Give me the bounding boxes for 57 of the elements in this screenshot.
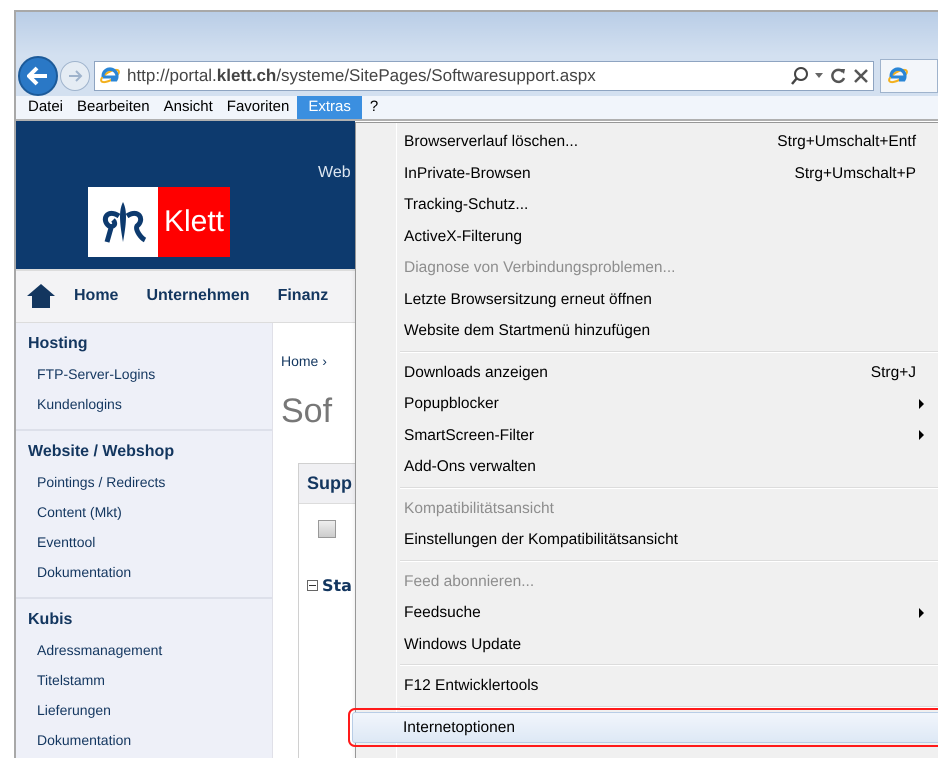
shortcut-text: Strg+J [870,362,916,383]
sidebar-link[interactable]: FTP-Server-Logins [28,358,272,388]
sidebar-link[interactable]: Pointings / Redirects [28,466,272,496]
menu-item[interactable]: Add-Ons verwalten [356,451,938,482]
sidebar-link[interactable]: Content (Mkt) [28,496,272,526]
sidebar-link[interactable]: Dokumentation [28,724,272,754]
home-icon[interactable] [26,283,56,309]
refresh-icon[interactable] [829,67,847,85]
menu-bar-item[interactable]: ? [364,96,384,118]
nav-link[interactable]: Unternehmen [146,284,250,308]
sidebar-link[interactable]: Adressmanagement [28,634,272,664]
close-icon[interactable] [853,68,869,84]
sidebar-link[interactable]: Lieferungen [28,694,272,724]
browser-tab[interactable] [880,59,938,93]
nav-link[interactable]: Home [74,284,118,308]
shortcut-text: Strg+Umschalt+P [794,164,916,184]
menu-item[interactable]: F12 Entwicklertools [356,670,938,702]
menu-bar-item[interactable]: Datei [22,96,70,118]
sidebar-link[interactable]: Dokumentation [28,556,272,586]
sidebar-link[interactable]: Kundenlogins [28,388,272,418]
menu-item[interactable]: SmartScreen-Filter [356,420,938,451]
section-label[interactable]: Sta [322,574,352,598]
sidebar-heading[interactable]: Kubis [28,604,272,634]
sidebar-link[interactable]: Eventtool [28,526,272,556]
dropdown-caret-icon[interactable] [815,73,823,79]
back-arrow-icon [27,66,49,86]
back-button[interactable] [18,56,58,96]
shortcut-text: Strg+Umschalt+Entf [777,132,916,152]
menu-item[interactable]: InPrivate-Browsen Strg+Umschalt+P [356,158,938,189]
nav-link[interactable]: Finanz [278,284,328,308]
menu-item[interactable]: Website dem Startmenü hinzufügen [356,315,938,346]
menu-bar-item[interactable]: Ansicht [158,96,219,118]
sidebar-link[interactable]: Titelstamm [28,664,272,694]
page-title: Sof [281,390,334,432]
forward-arrow-icon [67,69,83,83]
menu-item[interactable]: Downloads anzeigen Strg+J [356,356,938,388]
logo-text: Klett [164,204,224,240]
menu-item[interactable]: Browserverlauf löschen... Strg+Umschalt+Entf [356,126,938,158]
header-text: Web [318,162,351,182]
collapse-toggle[interactable] [307,580,318,591]
checkbox[interactable] [318,520,336,538]
sidebar-heading[interactable]: Hosting [28,328,272,358]
menu-item[interactable]: ActiveX-Filterung [356,220,938,252]
url-text: http://portal.klett.ch/systeme/SitePages/Softwaresupport.aspx [127,65,597,88]
menu-item[interactable]: Feedsuche [356,597,938,628]
search-icon[interactable] [791,66,809,86]
address-field[interactable]: http://portal.klett.ch/systeme/SitePages/Softwaresupport.aspx [94,61,874,91]
menu-item[interactable]: Einstellungen der Kompatibilitätsansicht [356,524,938,556]
breadcrumb[interactable]: Home › [281,350,355,372]
menu-item[interactable]: Tracking-Schutz... [356,189,938,220]
menu-item[interactable]: Letzte Browsersitzung erneut öffnen [356,284,938,315]
menu-bar-item[interactable]: Favoriten [220,96,296,118]
sidebar-heading[interactable]: Website / Webshop [28,436,272,466]
menu-item[interactable]: Windows Update [356,628,938,660]
panel-title: Supp [307,472,352,495]
menu-bar-item[interactable]: Bearbeiten [71,96,156,118]
menu-item[interactable]: Popupblocker [356,388,938,420]
